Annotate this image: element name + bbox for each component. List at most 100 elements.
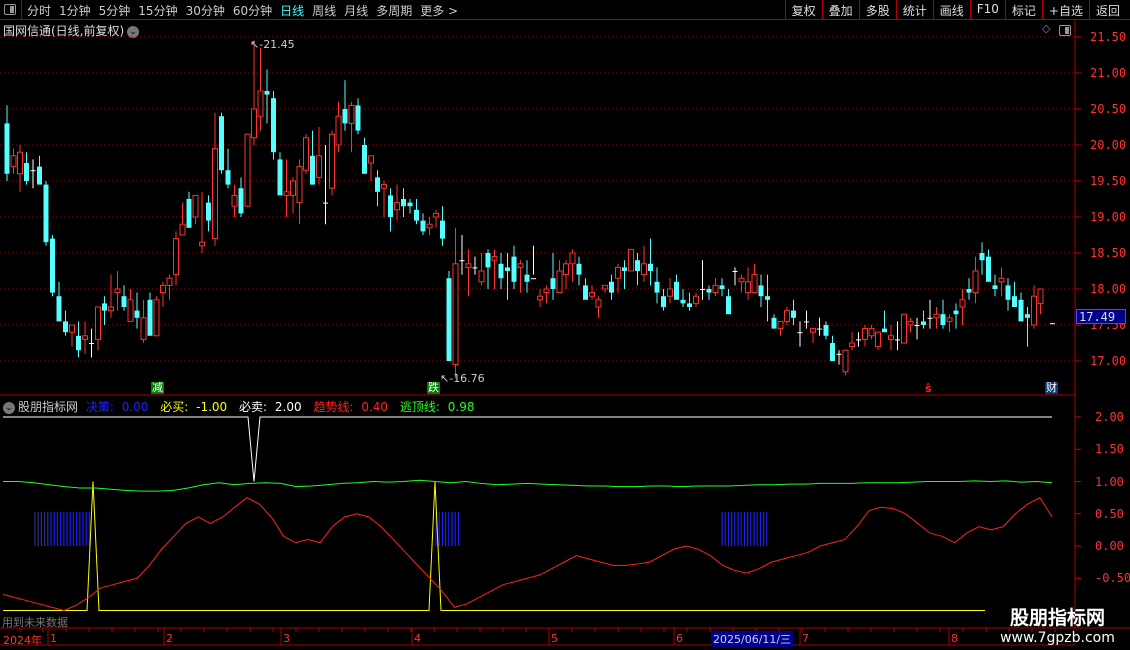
value: 0.40	[361, 400, 389, 414]
candle-body-down	[186, 199, 192, 228]
candle-body-down	[342, 109, 348, 124]
candle-body-up	[114, 288, 121, 294]
candle-body-down	[719, 285, 725, 289]
candle-body-down	[355, 105, 361, 131]
candle-body-down	[940, 314, 946, 325]
candle-body-up	[166, 277, 173, 286]
candle-body-up	[296, 166, 303, 204]
candle-body-down	[56, 296, 62, 322]
must-sell-line	[3, 416, 1052, 482]
signal-marker-red: ŝ	[925, 382, 932, 395]
year-label: 2024年	[3, 634, 42, 647]
candle-body-up	[1031, 295, 1037, 326]
candle-body-up	[290, 180, 296, 196]
candle-body-down	[238, 188, 244, 214]
price-tick-label: 20.50	[1090, 102, 1127, 116]
candle-body-down	[953, 310, 959, 315]
candle-body-down	[895, 339, 900, 341]
candle-body-down	[648, 263, 653, 271]
current-price-label: 17.49	[1076, 309, 1126, 324]
candle-body-up	[465, 263, 472, 268]
label: 必买:	[160, 400, 189, 414]
candle-body-down	[680, 299, 686, 304]
trend-line	[2, 496, 1053, 612]
candle-body-up	[199, 241, 205, 247]
watermark-name: 股朋指标网	[1009, 607, 1105, 629]
chevron-down-icon[interactable]: ⌄	[3, 401, 15, 414]
candle-body-up	[875, 331, 881, 348]
price-tick-label: 17.00	[1090, 354, 1127, 368]
signal-marker-finance: 财	[1045, 381, 1058, 394]
price-tick-label: 21.50	[1090, 30, 1127, 44]
candle-body-up	[192, 194, 199, 218]
candle-body-down	[43, 184, 49, 243]
candle-body-down	[50, 238, 55, 293]
candle-body-down	[375, 177, 380, 192]
candle-body-down	[732, 271, 738, 272]
candle-body-up	[712, 284, 719, 294]
candle-body-down	[921, 321, 926, 325]
candle-body-up	[316, 155, 322, 178]
label: 趋势线:	[313, 400, 354, 414]
candle-body-down	[264, 91, 270, 95]
candle-body-down	[758, 285, 764, 297]
candle-body-up	[257, 90, 264, 117]
candle-body-up	[784, 310, 790, 322]
signal-marker-fall: 跌	[427, 381, 440, 394]
candle-body-down	[407, 202, 413, 207]
cursor-date-label: 2025/06/11/三	[711, 631, 794, 647]
candle-body-up	[348, 104, 355, 124]
candle-body-up	[569, 252, 576, 265]
candle-body-up	[537, 295, 543, 301]
candle-body-down	[700, 289, 705, 290]
candle-body-down	[531, 278, 536, 280]
candle-body-up	[998, 277, 1005, 283]
candle-body-up	[17, 151, 23, 175]
candle-body-down	[927, 317, 933, 319]
chart-canvas[interactable]	[0, 0, 1130, 650]
label: 决策:	[85, 400, 114, 414]
candle-body-down	[511, 256, 517, 282]
candle-body-up	[140, 317, 147, 340]
candle-body-up	[179, 223, 186, 236]
candle-body-down	[310, 155, 315, 185]
legend-escape-top: 逃顶线: 0.98	[400, 400, 479, 414]
candle-body-down	[836, 353, 842, 355]
candle-body-up	[335, 115, 342, 146]
candle-body-down	[583, 285, 588, 300]
high-value: 21.45	[263, 38, 295, 51]
candle-body-down	[219, 116, 224, 171]
candle-body-down	[24, 163, 29, 181]
month-label: 3	[283, 632, 290, 645]
escape-top-line	[3, 479, 1053, 492]
candle-body-up	[745, 281, 751, 294]
candle-body-down	[472, 267, 478, 269]
candle-body-up	[212, 148, 218, 240]
candle-body-up	[329, 133, 335, 189]
candle-body-down	[1018, 299, 1024, 322]
candle-body-up	[433, 212, 439, 218]
signal-marker-reduce: 减	[151, 381, 164, 394]
candle-body-down	[485, 253, 491, 268]
candle-body-down	[674, 281, 679, 300]
candle-body-down	[37, 166, 42, 185]
candle-body-up	[901, 313, 907, 344]
candle-body-down	[277, 159, 283, 196]
candle-body-up	[95, 306, 101, 340]
candle-body-down	[524, 274, 530, 282]
candle-body-up	[751, 274, 758, 294]
candle-body-down	[134, 310, 140, 318]
candle-body-up	[959, 299, 966, 308]
price-tick-label: 18.00	[1090, 282, 1127, 296]
month-label: 8	[951, 632, 958, 645]
candle-body-down	[979, 253, 985, 261]
candle-body-down	[687, 303, 692, 307]
value: -1.00	[196, 400, 228, 414]
month-label: 1	[50, 632, 57, 645]
candle-body-down	[388, 195, 393, 217]
candle-body-up	[478, 270, 485, 283]
must-buy-line	[3, 481, 985, 611]
candle-body-up	[10, 155, 17, 168]
low-price-label: ↖-16.76	[440, 372, 485, 385]
candle-body-up	[251, 108, 257, 139]
